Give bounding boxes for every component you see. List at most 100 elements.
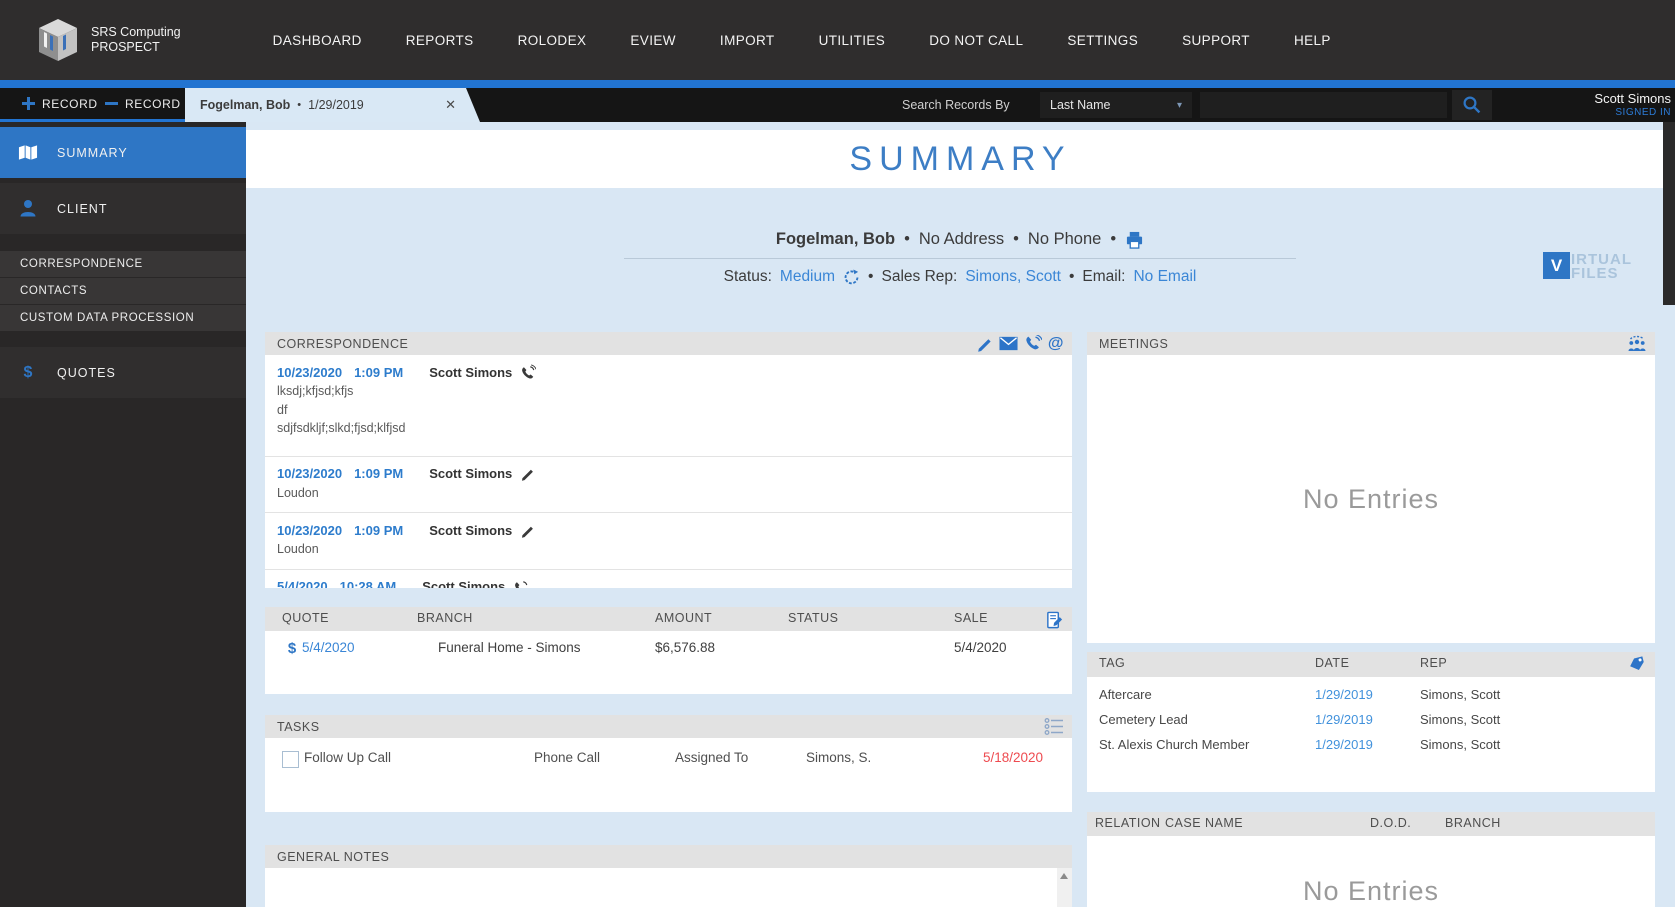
client-address: No Address bbox=[918, 230, 1005, 248]
search-by-value: Last Name bbox=[1050, 98, 1111, 112]
sidebar-subitem-label: CORRESPONDENCE bbox=[20, 258, 143, 270]
meetings-title: MEETINGS bbox=[1099, 336, 1169, 351]
search-by-dropdown[interactable]: Last Name ▾ bbox=[1040, 92, 1192, 118]
tag-row[interactable]: St. Alexis Church Member 1/29/2019 Simon… bbox=[1087, 732, 1655, 757]
nav-help[interactable]: HELP bbox=[1294, 33, 1331, 48]
task-type: Phone Call bbox=[534, 750, 601, 765]
remove-record-button[interactable]: RECORD bbox=[105, 88, 181, 119]
nav-reports[interactable]: REPORTS bbox=[406, 33, 474, 48]
new-quote-icon[interactable] bbox=[1045, 611, 1064, 630]
brand: SRS Computing PROSPECT bbox=[35, 17, 181, 63]
entry-date[interactable]: 10/23/2020 bbox=[277, 466, 342, 481]
at-icon[interactable]: @ bbox=[1048, 335, 1064, 352]
meetings-empty-state: No Entries bbox=[1302, 483, 1440, 514]
pencil-icon[interactable] bbox=[976, 335, 993, 352]
top-navigation: SRS Computing PROSPECT DASHBOARD REPORTS… bbox=[0, 0, 1675, 80]
entry-text: lksdj;kfjsd;kfjs bbox=[277, 384, 354, 398]
tab-close-icon[interactable]: ✕ bbox=[445, 97, 456, 113]
nav-settings[interactable]: SETTINGS bbox=[1067, 33, 1138, 48]
email-value[interactable]: No Email bbox=[1133, 268, 1196, 286]
entry-text: Loudon bbox=[277, 485, 319, 500]
scroll-up-icon[interactable] bbox=[1060, 873, 1068, 879]
correspondence-entry[interactable]: 10/23/2020 1:09 PM Scott Simons Loudon bbox=[265, 513, 1072, 570]
sales-rep-value[interactable]: Simons, Scott bbox=[965, 268, 1061, 286]
entry-time: 1:09 PM bbox=[354, 364, 404, 380]
tag-date[interactable]: 1/29/2019 bbox=[1315, 737, 1420, 752]
tag-icon[interactable] bbox=[1628, 655, 1647, 673]
add-record-button[interactable]: RECORD bbox=[22, 88, 98, 119]
dollar-icon: $ bbox=[23, 363, 33, 381]
task-row[interactable]: Follow Up Call Phone Call Assigned To Si… bbox=[265, 750, 1072, 772]
printer-icon[interactable] bbox=[1125, 231, 1144, 249]
relation-col-header: RELATION bbox=[1095, 816, 1161, 830]
tag-row[interactable]: Aftercare 1/29/2019 Simons, Scott bbox=[1087, 682, 1655, 707]
nav-rolodex[interactable]: ROLODEX bbox=[518, 33, 587, 48]
tag-date[interactable]: 1/29/2019 bbox=[1315, 687, 1420, 702]
tasks-panel: TASKS Follow Up Call Phone Call Assigned… bbox=[265, 715, 1072, 812]
sidebar-item-label: SUMMARY bbox=[57, 145, 128, 160]
virtual-files-v-icon: V bbox=[1543, 252, 1570, 279]
relation-panel: RELATION CASE NAME D.O.D. BRANCH No Entr… bbox=[1087, 812, 1655, 907]
correspondence-panel: CORRESPONDENCE @ 10/23/2020 1:09 PM Scot… bbox=[265, 332, 1072, 588]
search-input[interactable] bbox=[1200, 92, 1447, 118]
general-notes-panel: GENERAL NOTES bbox=[265, 845, 1072, 907]
client-name: Fogelman, Bob bbox=[775, 230, 896, 248]
task-list-icon[interactable] bbox=[1044, 717, 1064, 736]
tag-rep: Simons, Scott bbox=[1420, 737, 1501, 752]
main-menu: DASHBOARD REPORTS ROLODEX EVIEW IMPORT U… bbox=[273, 33, 1331, 48]
nav-eview[interactable]: EVIEW bbox=[630, 33, 676, 48]
meeting-people-icon[interactable] bbox=[1627, 335, 1647, 352]
bullet-separator: • bbox=[1013, 230, 1019, 248]
nav-import[interactable]: IMPORT bbox=[720, 33, 775, 48]
task-assignee: Simons, S. bbox=[806, 750, 872, 765]
add-record-label: RECORD bbox=[42, 96, 98, 111]
entry-date[interactable]: 10/23/2020 bbox=[277, 365, 342, 380]
entry-text: Loudon bbox=[277, 542, 319, 556]
quote-panel: QUOTE BRANCH AMOUNT STATUS SALE $ 5/4/20… bbox=[265, 607, 1072, 694]
record-tab[interactable]: Fogelman, Bob • 1/29/2019 ✕ bbox=[185, 88, 480, 122]
person-icon bbox=[20, 199, 36, 216]
tag-name: Aftercare bbox=[1099, 687, 1152, 702]
task-assigned-label: Assigned To bbox=[675, 750, 749, 765]
sidebar-item-custom-data[interactable]: CUSTOM DATA PROCESSION bbox=[0, 305, 246, 332]
correspondence-title: CORRESPONDENCE bbox=[277, 336, 409, 351]
tag-date[interactable]: 1/29/2019 bbox=[1315, 712, 1420, 727]
tag-name: St. Alexis Church Member bbox=[1099, 737, 1250, 752]
correspondence-entry[interactable]: 10/23/2020 1:09 PM Scott Simons Loudon bbox=[265, 457, 1072, 513]
quote-date-link[interactable]: 5/4/2020 bbox=[302, 640, 355, 655]
status-label: Status: bbox=[723, 268, 772, 285]
nav-utilities[interactable]: UTILITIES bbox=[819, 33, 886, 48]
search-button[interactable] bbox=[1452, 90, 1492, 120]
map-icon bbox=[18, 144, 38, 160]
task-name: Follow Up Call bbox=[304, 750, 392, 765]
correspondence-entry[interactable]: 5/4/2020 10:28 AM Scott Simons bbox=[265, 570, 1072, 588]
sidebar-item-quotes[interactable]: $ QUOTES bbox=[0, 347, 246, 398]
phone-icon[interactable] bbox=[1024, 334, 1042, 353]
general-notes-editor[interactable] bbox=[265, 868, 1072, 907]
status-value[interactable]: Medium bbox=[780, 268, 835, 286]
nav-do-not-call[interactable]: DO NOT CALL bbox=[929, 33, 1023, 48]
quote-row[interactable]: $ 5/4/2020 Funeral Home - Simons $6,576.… bbox=[265, 640, 1072, 662]
meetings-panel: MEETINGS No Entries bbox=[1087, 332, 1655, 643]
entry-date[interactable]: 10/23/2020 bbox=[277, 523, 342, 538]
envelope-icon[interactable] bbox=[999, 336, 1018, 351]
signed-in-user[interactable]: Scott Simons SIGNED IN bbox=[1594, 91, 1671, 118]
dollar-icon: $ bbox=[287, 640, 297, 657]
sidebar-item-correspondence[interactable]: CORRESPONDENCE bbox=[0, 251, 246, 278]
sidebar-item-summary[interactable]: SUMMARY bbox=[0, 127, 246, 178]
sidebar-item-client[interactable]: CLIENT bbox=[0, 183, 246, 234]
tag-col-header: TAG bbox=[1099, 656, 1126, 670]
tag-row[interactable]: Cemetery Lead 1/29/2019 Simons, Scott bbox=[1087, 707, 1655, 732]
plus-icon bbox=[22, 97, 35, 110]
notes-scrollbar[interactable] bbox=[1057, 868, 1072, 907]
nav-dashboard[interactable]: DASHBOARD bbox=[273, 33, 362, 48]
tag-header-row: TAG DATE REP bbox=[1087, 652, 1655, 677]
refresh-icon[interactable] bbox=[843, 268, 860, 286]
search-records-by-label: Search Records By bbox=[902, 98, 1010, 112]
task-checkbox[interactable] bbox=[282, 751, 299, 768]
entry-date[interactable]: 5/4/2020 bbox=[277, 579, 328, 588]
correspondence-entry[interactable]: 10/23/2020 1:09 PM Scott Simons lksdj;kf… bbox=[265, 355, 1072, 457]
sidebar-item-contacts[interactable]: CONTACTS bbox=[0, 278, 246, 305]
nav-support[interactable]: SUPPORT bbox=[1182, 33, 1250, 48]
client-summary-line: Fogelman, Bob • No Address • No Phone • bbox=[520, 230, 1400, 249]
